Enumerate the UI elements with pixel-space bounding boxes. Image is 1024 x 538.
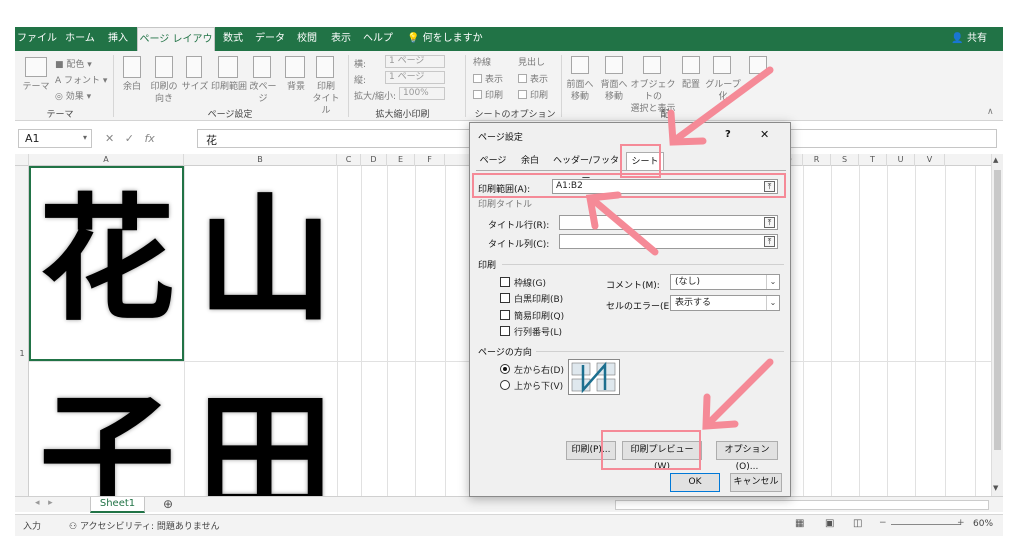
arrow-to-print-preview [703, 358, 774, 429]
arrow-to-sheet-tab [671, 66, 774, 144]
arrow-to-print-area [588, 195, 659, 256]
annotation-arrows [585, 66, 774, 430]
excel-window: ファイル ホーム 挿入 ページ レイアウト 数式 データ 校閲 表示 ヘルプ 💡… [15, 0, 1003, 538]
